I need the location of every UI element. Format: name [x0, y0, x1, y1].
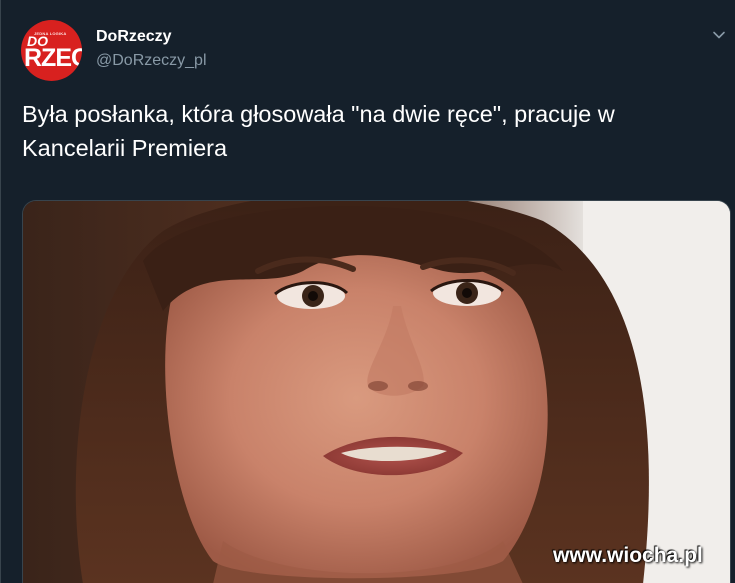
watermark: www.wiocha.pl — [553, 544, 703, 567]
avatar[interactable]: JEDNA LOGIKA DO RZEC — [21, 20, 82, 81]
portrait-photo — [23, 201, 730, 583]
tweet-text: Była posłanka, która głosowała "na dwie … — [22, 101, 615, 161]
avatar-logo-rzec: RZEC — [24, 44, 82, 72]
display-name[interactable]: DoRzeczy — [96, 28, 172, 46]
user-handle[interactable]: @DoRzeczy_pl — [96, 52, 207, 70]
tweet-card[interactable]: JEDNA LOGIKA DO RZEC DoRzeczy @DoRzeczy_… — [0, 0, 735, 583]
chevron-down-icon[interactable] — [712, 28, 726, 42]
tweet-photo[interactable] — [22, 200, 731, 583]
